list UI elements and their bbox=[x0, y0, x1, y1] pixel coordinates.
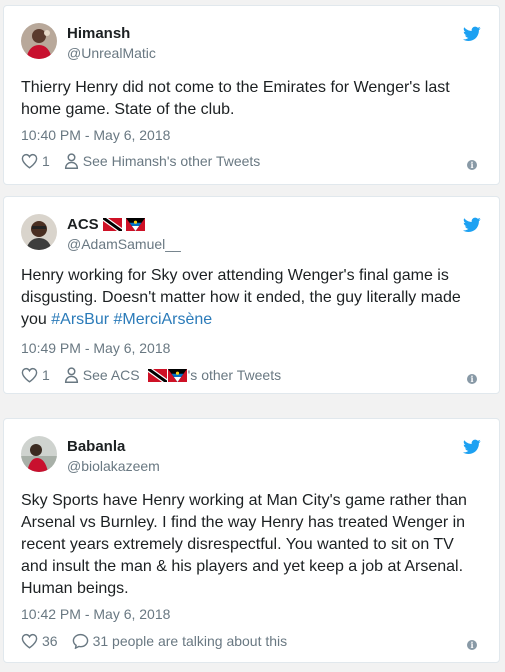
hashtag-link[interactable]: #ArsBur bbox=[51, 311, 109, 328]
antigua-flag-icon bbox=[167, 368, 187, 382]
person-icon bbox=[64, 153, 78, 169]
heart-icon bbox=[21, 633, 38, 649]
tweet-card: Babanla @biolakazeem Sky Sports have Hen… bbox=[3, 418, 500, 663]
handle[interactable]: @AdamSamuel__ bbox=[67, 236, 181, 252]
trinidad-flag-icon bbox=[147, 368, 167, 382]
handle[interactable]: @biolakazeem bbox=[67, 458, 160, 474]
avatar[interactable] bbox=[21, 23, 57, 59]
twitter-bird-icon[interactable] bbox=[463, 217, 481, 233]
display-name[interactable]: Himansh bbox=[67, 25, 130, 42]
comment-icon bbox=[72, 633, 88, 649]
like-count: 36 bbox=[42, 633, 58, 649]
timestamp[interactable]: 10:49 PM - May 6, 2018 bbox=[21, 340, 170, 356]
tweet-text: Henry working for Sky over attending Wen… bbox=[21, 265, 482, 331]
like-button[interactable]: 36 bbox=[21, 633, 58, 649]
avatar[interactable] bbox=[21, 214, 57, 250]
other-tweets-suffix: 's other Tweets bbox=[187, 367, 282, 383]
info-icon[interactable]: i bbox=[467, 374, 477, 384]
tweet-card: Himansh @UnrealMatic Thierry Henry did n… bbox=[3, 5, 500, 185]
display-name[interactable]: ACS bbox=[67, 216, 99, 233]
trinidad-flag-icon bbox=[102, 218, 122, 231]
avatar[interactable] bbox=[21, 436, 57, 472]
timestamp[interactable]: 10:40 PM - May 6, 2018 bbox=[21, 127, 170, 143]
other-tweets-prefix: See ACS bbox=[82, 367, 140, 383]
handle[interactable]: @UnrealMatic bbox=[67, 45, 156, 61]
like-count: 1 bbox=[42, 367, 50, 383]
display-name[interactable]: Babanla bbox=[67, 438, 125, 455]
timestamp[interactable]: 10:42 PM - May 6, 2018 bbox=[21, 606, 170, 622]
other-tweets-label: See Himansh's other Tweets bbox=[82, 153, 261, 169]
conversation-label: 31 people are talking about this bbox=[92, 633, 288, 649]
info-icon[interactable]: i bbox=[467, 160, 477, 170]
twitter-bird-icon[interactable] bbox=[463, 26, 481, 42]
like-count: 1 bbox=[42, 153, 50, 169]
heart-icon bbox=[21, 153, 38, 169]
tweet-card: ACS @AdamSamuel__ Henry working for Sky … bbox=[3, 196, 500, 394]
other-tweets-link[interactable]: See ACS 's other Tweets bbox=[64, 367, 281, 383]
conversation-link[interactable]: 31 people are talking about this bbox=[72, 633, 288, 649]
hashtag-link[interactable]: #MerciArsène bbox=[114, 311, 213, 328]
other-tweets-link[interactable]: See Himansh's other Tweets bbox=[64, 153, 261, 169]
heart-icon bbox=[21, 367, 38, 383]
antigua-flag-icon bbox=[125, 218, 145, 231]
tweet-text: Thierry Henry did not come to the Emirat… bbox=[21, 79, 450, 118]
person-icon bbox=[64, 367, 78, 383]
tweet-text: Sky Sports have Henry working at Man Cit… bbox=[21, 492, 467, 597]
info-icon[interactable]: i bbox=[467, 640, 477, 650]
twitter-bird-icon[interactable] bbox=[463, 439, 481, 455]
like-button[interactable]: 1 bbox=[21, 367, 50, 383]
like-button[interactable]: 1 bbox=[21, 153, 50, 169]
